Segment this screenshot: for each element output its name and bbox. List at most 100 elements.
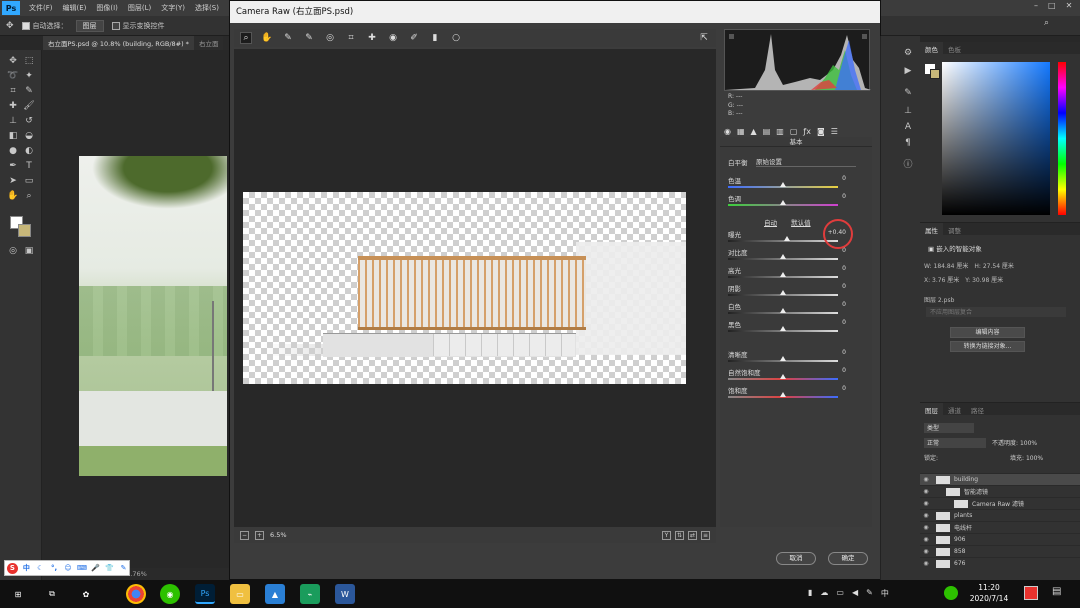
visibility-eye-icon[interactable]: ◉: [920, 560, 932, 567]
menu-file[interactable]: 文件(F): [24, 3, 58, 13]
slider-track[interactable]: [728, 308, 838, 314]
pdf-app-icon[interactable]: ⌁: [300, 584, 320, 604]
clone-source-icon[interactable]: ⊥: [901, 104, 915, 118]
visibility-eye-icon[interactable]: ◉: [920, 500, 932, 507]
hue-slider[interactable]: [1058, 62, 1066, 215]
preview-area[interactable]: [234, 49, 716, 527]
layer-row[interactable]: ◉ 858: [920, 545, 1080, 557]
visibility-eye-icon[interactable]: ◉: [920, 548, 932, 555]
ok-button[interactable]: 确定: [828, 552, 868, 565]
healing-brush-icon[interactable]: ✚: [6, 99, 20, 113]
straighten-icon[interactable]: ⌗: [345, 32, 357, 44]
brush-tool-icon[interactable]: 🖌: [22, 99, 36, 113]
slider-track[interactable]: [728, 254, 838, 260]
zoom-tool-icon[interactable]: ⌕: [22, 189, 36, 203]
color-picker-field[interactable]: [942, 62, 1050, 215]
slider-value[interactable]: 0: [842, 193, 846, 200]
cancel-button[interactable]: 取消: [776, 552, 816, 565]
tools-icon[interactable]: ✎: [118, 563, 129, 574]
tab-channels[interactable]: 通道: [943, 403, 966, 415]
spot-removal-icon[interactable]: ✚: [366, 32, 378, 44]
bg-color-chip[interactable]: [930, 69, 940, 79]
path-select-icon[interactable]: ➤: [6, 174, 20, 188]
cloud-icon[interactable]: ☁: [820, 588, 828, 599]
slider-thumb[interactable]: [780, 392, 786, 397]
zoom-icon[interactable]: ⌕: [240, 32, 252, 44]
fill-control[interactable]: 填充: 100%: [1010, 453, 1043, 462]
actions-icon[interactable]: ▶: [901, 64, 915, 78]
slider-track[interactable]: [728, 290, 838, 296]
slider-thumb[interactable]: [780, 308, 786, 313]
volume-icon[interactable]: ◀: [852, 588, 858, 599]
visibility-eye-icon[interactable]: ◉: [920, 524, 932, 531]
search-icon[interactable]: ⌕: [1044, 18, 1049, 28]
type-tool-icon[interactable]: T: [22, 159, 36, 173]
history-brush-icon[interactable]: ↺: [22, 114, 36, 128]
slider-thumb[interactable]: [780, 290, 786, 295]
presets-icon[interactable]: ☰: [831, 127, 838, 136]
auto-select-checkbox[interactable]: 自动选择：: [21, 21, 68, 31]
voice-icon[interactable]: 🎤: [90, 563, 101, 574]
chrome-icon[interactable]: [126, 584, 146, 604]
effects-icon[interactable]: ƒx: [803, 127, 811, 136]
visibility-eye-icon[interactable]: ◉: [920, 536, 932, 543]
character-icon[interactable]: A: [901, 120, 915, 134]
hand-icon[interactable]: ✋: [261, 32, 273, 44]
slider-thumb[interactable]: [780, 356, 786, 361]
layer-select-dropdown[interactable]: 图层: [75, 19, 104, 32]
layer-kind-filter[interactable]: 类型: [924, 423, 974, 433]
before-after-y-icon[interactable]: Y: [662, 530, 671, 540]
zoom-in-button[interactable]: +: [255, 530, 264, 540]
slider-thumb[interactable]: [780, 254, 786, 259]
adjustment-brush-icon[interactable]: ✐: [408, 32, 420, 44]
tab-swatches[interactable]: 色板: [943, 42, 966, 54]
slider-track[interactable]: [728, 236, 838, 242]
clock[interactable]: 11:20 2020/7/14: [958, 582, 1020, 606]
eraser-tool-icon[interactable]: ◧: [6, 129, 20, 143]
wechat-icon[interactable]: ◉: [160, 584, 180, 604]
dodge-tool-icon[interactable]: ◐: [22, 144, 36, 158]
brush-settings-icon[interactable]: ✎: [901, 86, 915, 100]
slider-value[interactable]: 0: [842, 175, 846, 182]
eyedropper-icon[interactable]: ✎: [22, 84, 36, 98]
show-transform-checkbox[interactable]: 显示变换控件: [111, 21, 165, 31]
magic-wand-icon[interactable]: ✦: [22, 69, 36, 83]
menu-image[interactable]: 图像(I): [91, 3, 123, 13]
radial-filter-icon[interactable]: ○: [450, 32, 462, 44]
slider-value[interactable]: 0: [842, 319, 846, 326]
layer-comp-select[interactable]: 不应用图层复合: [926, 307, 1066, 317]
visibility-eye-icon[interactable]: ◉: [920, 488, 932, 495]
photos-icon[interactable]: ▲: [265, 584, 285, 604]
paragraph-icon[interactable]: ¶: [901, 136, 915, 150]
file-explorer-icon[interactable]: ▭: [230, 584, 250, 604]
close-icon[interactable]: ✕: [1066, 1, 1073, 15]
visibility-eye-icon[interactable]: ◉: [920, 476, 932, 483]
lens-icon[interactable]: ▢: [790, 127, 798, 136]
tab-color[interactable]: 颜色: [920, 42, 943, 54]
slider-track[interactable]: [728, 200, 838, 206]
crop-tool-icon[interactable]: ⌗: [6, 84, 20, 98]
white-balance-icon[interactable]: ✎: [282, 32, 294, 44]
pen-tool-icon[interactable]: ✒: [6, 159, 20, 173]
hsl-icon[interactable]: ▤: [763, 127, 771, 136]
move-tool-icon[interactable]: ✥: [6, 54, 20, 68]
quick-mask-icon[interactable]: ◎: [6, 244, 20, 258]
move-tool-icon[interactable]: ✥: [6, 21, 14, 31]
slider-track[interactable]: [728, 182, 838, 188]
tone-curve-icon[interactable]: ▦: [737, 127, 745, 136]
layer-row[interactable]: ◉ Camera Raw 滤镜: [920, 497, 1080, 509]
opacity-value[interactable]: 100%: [1020, 440, 1037, 447]
split-toning-icon[interactable]: ▥: [776, 127, 784, 136]
rectangle-tool-icon[interactable]: ▭: [22, 174, 36, 188]
slider-value[interactable]: 0: [842, 349, 846, 356]
blur-tool-icon[interactable]: ●: [6, 144, 20, 158]
info-icon[interactable]: ⓘ: [901, 156, 915, 170]
detail-icon[interactable]: ▲: [751, 127, 757, 136]
slider-thumb[interactable]: [780, 182, 786, 187]
menu-layer[interactable]: 图层(L): [123, 3, 156, 13]
copy-settings-icon[interactable]: ⇄: [688, 530, 697, 540]
slider-value[interactable]: 0: [842, 367, 846, 374]
maximize-icon[interactable]: □: [1048, 1, 1056, 15]
moon-icon[interactable]: ☾: [35, 563, 46, 574]
color-sampler-icon[interactable]: ✎: [303, 32, 315, 44]
